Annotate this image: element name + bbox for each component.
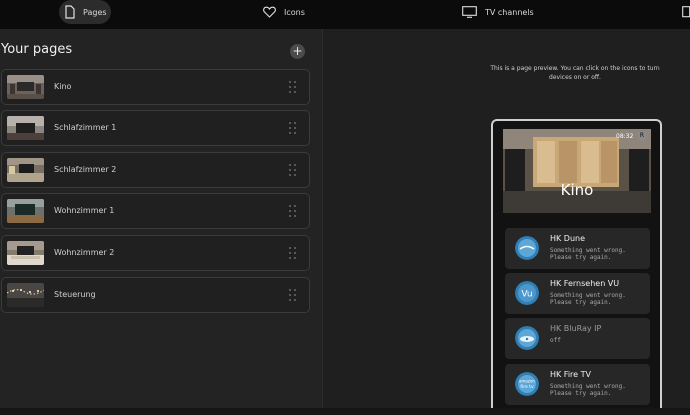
device-name: HK Dune — [550, 234, 586, 243]
page-row-steuerung[interactable]: Steuerung — [1, 277, 310, 313]
dune-device-icon[interactable] — [515, 236, 539, 260]
page-row-schlafzimmer-2[interactable]: Schlafzimmer 2 — [1, 152, 310, 188]
drag-handle-icon[interactable] — [289, 247, 297, 261]
device-name: HK BluRay IP — [550, 324, 602, 333]
page-thumbnail — [7, 283, 44, 307]
tab-more[interactable] — [682, 0, 690, 24]
add-page-button[interactable]: + — [290, 44, 305, 59]
tab-icons-label: Icons — [284, 7, 305, 17]
fire-tv-device-icon[interactable]: amazon fire tv — [515, 372, 539, 396]
heart-icon — [263, 6, 276, 18]
panel-divider — [322, 29, 323, 415]
device-card-hk-fire-tv[interactable]: amazon fire tv HK Fire TV Something went … — [505, 364, 650, 405]
device-status: Something went wrong. Please try again. — [550, 292, 626, 306]
phone-preview: 08:32 R Kino HK Dune Something went wron… — [491, 119, 662, 415]
page-row-label: Wohnzimmer 1 — [54, 206, 115, 215]
page-row-wohnzimmer-1[interactable]: Wohnzimmer 1 — [1, 193, 310, 229]
page-icon — [65, 5, 75, 19]
tab-tv-channels-label: TV channels — [485, 7, 534, 17]
page-row-label: Schlafzimmer 2 — [54, 165, 117, 174]
page-thumbnail — [7, 116, 44, 140]
page-row-wohnzimmer-2[interactable]: Wohnzimmer 2 — [1, 235, 310, 271]
tab-pages-label: Pages — [83, 7, 107, 17]
page-header-image: 08:32 R Kino — [503, 129, 651, 213]
page-row-label: Steuerung — [54, 290, 96, 299]
tab-icons[interactable]: Icons — [263, 0, 305, 24]
page-row-kino[interactable]: Kino — [1, 69, 310, 105]
vu-glyph: Vu — [521, 290, 532, 300]
more-icon — [682, 6, 690, 18]
drag-handle-icon[interactable] — [289, 205, 297, 219]
device-status: Something went wrong. Please try again. — [550, 383, 626, 397]
device-card-hk-bluray-ip[interactable]: HK BluRay IP off — [505, 318, 650, 359]
device-status: Something went wrong. Please try again. — [550, 247, 626, 261]
device-card-hk-fernsehen-vu[interactable]: Vu HK Fernsehen VU Something went wrong.… — [505, 273, 650, 314]
bottom-bar — [0, 408, 690, 415]
page-row-label: Schlafzimmer 1 — [54, 123, 117, 132]
page-row-schlafzimmer-1[interactable]: Schlafzimmer 1 — [1, 110, 310, 146]
preview-hint: This is a page preview. You can click on… — [490, 65, 660, 81]
drag-handle-icon[interactable] — [289, 164, 297, 178]
page-row-label: Kino — [54, 82, 72, 91]
drag-handle-icon[interactable] — [289, 289, 297, 303]
drag-handle-icon[interactable] — [289, 81, 297, 95]
vu-device-icon[interactable]: Vu — [515, 281, 539, 305]
page-thumbnail — [7, 241, 44, 265]
page-thumbnail — [7, 75, 44, 99]
preview-page-title: Kino — [560, 181, 594, 199]
header-badge: R — [637, 131, 647, 141]
drag-handle-icon[interactable] — [289, 122, 297, 136]
device-name: HK Fernsehen VU — [550, 279, 620, 288]
tab-tv-channels[interactable]: TV channels — [462, 0, 534, 24]
page-title: Your pages — [1, 42, 73, 57]
page-row-label: Wohnzimmer 2 — [54, 248, 115, 257]
header-time: 08:32 — [616, 133, 634, 140]
page-thumbnail — [7, 199, 44, 223]
fire-tv-glyph-bottom: fire tv — [520, 384, 534, 390]
disc-device-icon[interactable] — [515, 326, 539, 350]
page-thumbnail — [7, 158, 44, 182]
fire-tv-glyph-top: amazon — [519, 379, 535, 384]
device-card-hk-dune[interactable]: HK Dune Something went wrong. Please try… — [505, 228, 650, 269]
device-name: HK Fire TV — [550, 370, 591, 379]
tab-pages[interactable]: Pages — [59, 0, 111, 24]
top-nav: Pages Icons TV channels — [0, 0, 690, 29]
device-status: off — [550, 337, 561, 344]
tv-icon — [462, 6, 477, 18]
